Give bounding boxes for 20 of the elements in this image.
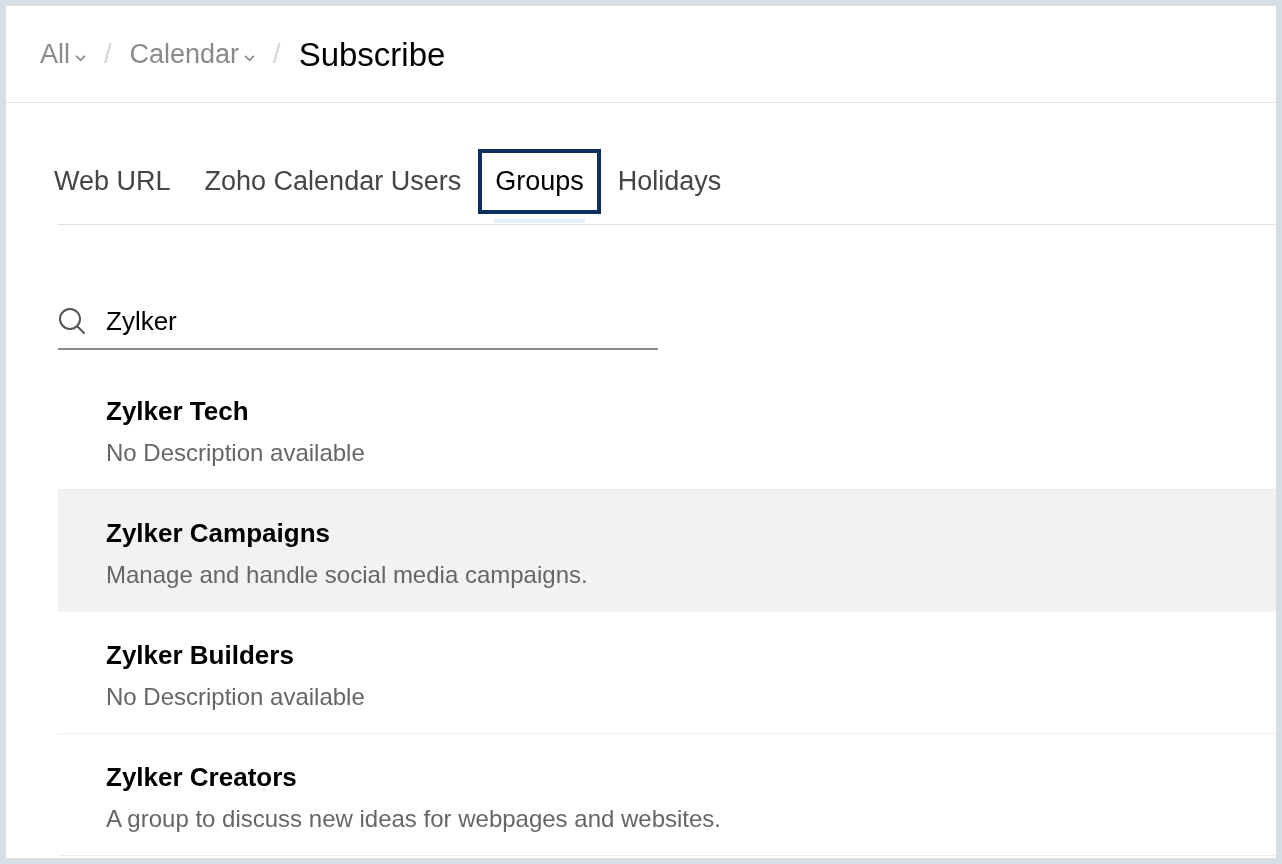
breadcrumb-separator: / (273, 40, 281, 68)
group-description: No Description available (106, 683, 365, 711)
group-list-item[interactable]: Zylker Campaigns Manage and handle social media campaigns. (58, 490, 1276, 612)
group-name: Zylker Tech (106, 395, 249, 427)
chevron-down-icon (75, 54, 86, 62)
page-title: Subscribe (298, 37, 446, 71)
group-description: Manage and handle social media campaigns. (106, 561, 588, 589)
search-input[interactable]: Zylker (106, 301, 626, 341)
search-icon (58, 307, 86, 335)
group-name: Zylker Campaigns (106, 517, 330, 549)
group-name: Zylker Creators (106, 761, 297, 793)
group-description: No Description available (106, 439, 365, 467)
tab[interactable]: Zoho Calendar Users (187, 149, 479, 214)
tab[interactable]: Holidays (600, 149, 739, 214)
tab[interactable]: Web URL (37, 149, 188, 214)
breadcrumb-separator: / (104, 40, 112, 68)
group-description: A group to discuss new ideas for webpages and websites. (106, 805, 722, 833)
tab[interactable]: Groups (478, 149, 601, 214)
chevron-down-icon (244, 54, 256, 62)
group-name: Zylker Builders (106, 639, 294, 671)
